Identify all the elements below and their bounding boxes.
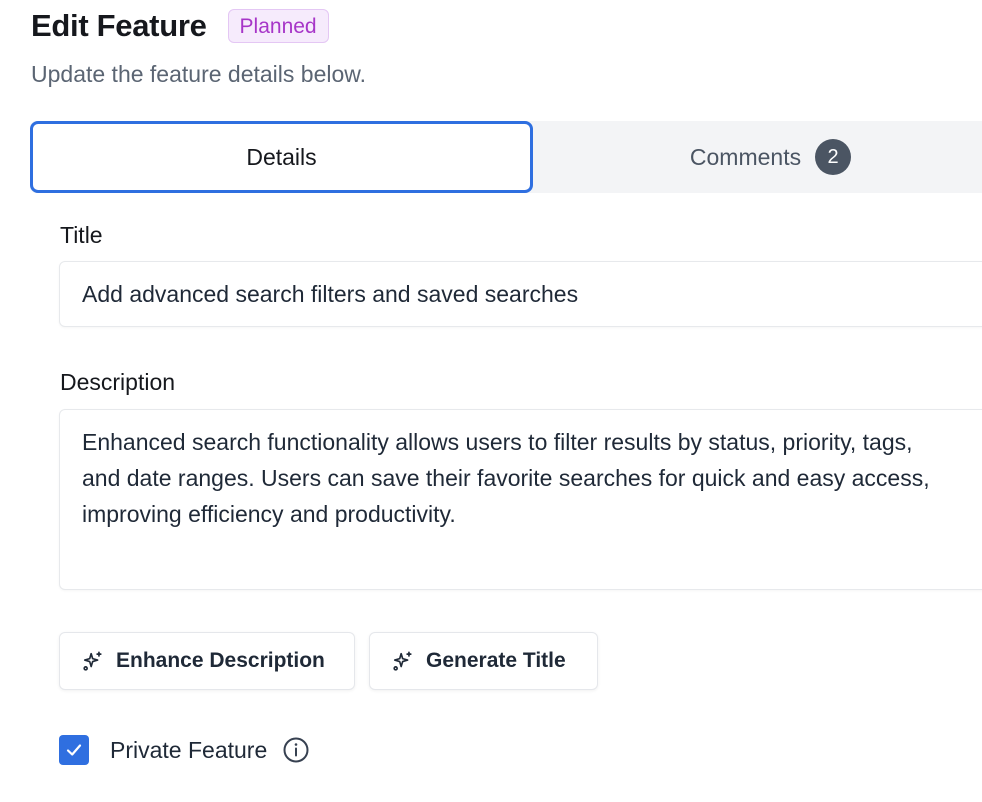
tab-details[interactable]: Details <box>30 121 533 193</box>
enhance-description-button[interactable]: Enhance Description <box>59 632 355 690</box>
private-feature-row: Private Feature <box>59 735 310 765</box>
page-subtitle: Update the feature details below. <box>31 61 367 87</box>
generate-title-button[interactable]: Generate Title <box>369 632 598 690</box>
sparkles-icon <box>83 651 102 671</box>
title-input[interactable] <box>59 261 982 327</box>
info-icon[interactable] <box>282 736 310 764</box>
title-label: Title <box>60 222 103 248</box>
sparkles-icon <box>393 651 412 671</box>
generate-title-label: Generate Title <box>426 649 566 672</box>
page-title: Edit Feature <box>31 8 207 43</box>
check-icon <box>66 744 82 756</box>
description-label: Description <box>60 369 176 395</box>
description-textarea[interactable]: Enhanced search functionality allows use… <box>59 409 982 590</box>
page-header: Edit Feature Planned <box>31 6 329 46</box>
private-feature-label: Private Feature <box>110 736 268 763</box>
tabs-bar: Details Comments 2 <box>30 121 982 193</box>
tab-details-label: Details <box>246 143 317 170</box>
status-badge: Planned <box>227 9 329 43</box>
comments-count-badge: 2 <box>815 139 852 175</box>
enhance-description-label: Enhance Description <box>116 649 325 672</box>
tab-comments[interactable]: Comments 2 <box>533 121 982 193</box>
tab-comments-label: Comments <box>689 143 802 170</box>
private-feature-checkbox[interactable] <box>59 735 89 765</box>
